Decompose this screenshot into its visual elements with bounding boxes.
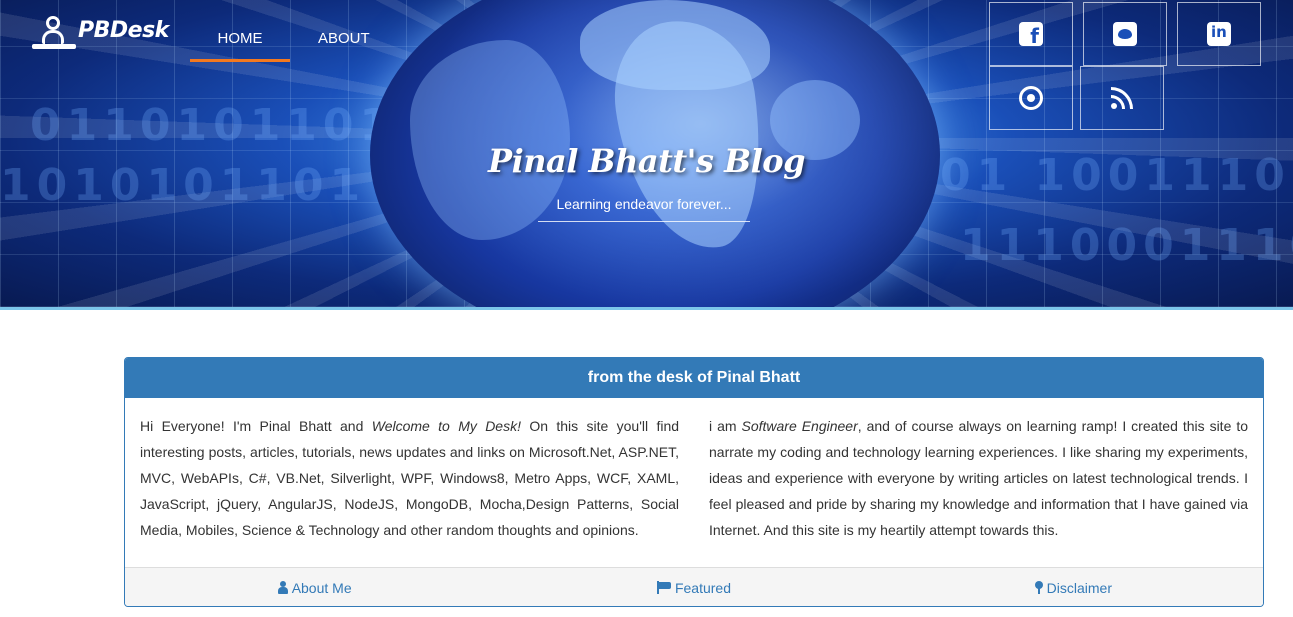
linkedin-link[interactable]: [1177, 2, 1261, 66]
linkedin-icon: [1207, 22, 1231, 46]
disclaimer-label: Disclaimer: [1046, 579, 1112, 596]
desk-person-icon: [32, 14, 76, 52]
intro-text-right: i am Software Engineer, and of course al…: [694, 413, 1248, 567]
binary-decoration: 1110001110: [960, 220, 1293, 271]
featured-link[interactable]: Featured: [504, 580, 883, 596]
hero-divider: [0, 307, 1293, 310]
site-logo[interactable]: PBDesk: [32, 14, 169, 52]
intro-panel: from the desk of Pinal Bhatt Hi Everyone…: [124, 357, 1264, 607]
rss-link[interactable]: [1080, 66, 1164, 130]
intro-text-left: Hi Everyone! I'm Pinal Bhatt and Welcome…: [140, 413, 694, 567]
twitter-link[interactable]: [1083, 2, 1167, 66]
user-icon: [277, 581, 288, 594]
panel-body: Hi Everyone! I'm Pinal Bhatt and Welcome…: [125, 398, 1263, 567]
facebook-icon: [1019, 22, 1043, 48]
hero-banner: 0110101101 1010101101 01 1001110 1110001…: [0, 0, 1293, 307]
github-link[interactable]: [989, 66, 1073, 130]
nav-home[interactable]: HOME: [190, 24, 290, 62]
logo-text: PBDesk: [78, 17, 169, 43]
pin-icon: [1034, 581, 1043, 594]
nav-active-underline: [190, 59, 290, 62]
disclaimer-link[interactable]: Disclaimer: [884, 580, 1263, 596]
intro-left-text-cont: On this site you'll find interesting pos…: [140, 418, 680, 538]
facebook-link[interactable]: [989, 2, 1073, 66]
rss-icon: [1110, 86, 1134, 110]
github-icon: [1019, 86, 1043, 110]
nav-home-label: HOME: [217, 30, 263, 47]
flag-icon: [656, 581, 671, 594]
blog-tagline: Learning endeavor forever...: [538, 196, 750, 222]
intro-left-text: Hi Everyone! I'm Pinal Bhatt and: [140, 418, 372, 434]
featured-label: Featured: [674, 579, 732, 596]
about-me-label: About Me: [291, 579, 352, 596]
intro-right-emphasis: Software Engineer: [741, 418, 858, 434]
panel-heading: from the desk of Pinal Bhatt: [125, 358, 1263, 398]
nav-about[interactable]: ABOUT: [318, 24, 370, 62]
blog-title: Pinal Bhatt's Blog: [488, 142, 806, 180]
panel-footer: About Me Featured Disclaimer: [125, 567, 1263, 606]
about-me-link[interactable]: About Me: [125, 580, 504, 596]
intro-right-text: i am: [709, 418, 742, 434]
intro-right-text-cont: , and of course always on learning ramp!…: [709, 418, 1248, 538]
intro-left-emphasis: Welcome to My Desk!: [371, 418, 521, 434]
twitter-icon: [1113, 22, 1137, 46]
